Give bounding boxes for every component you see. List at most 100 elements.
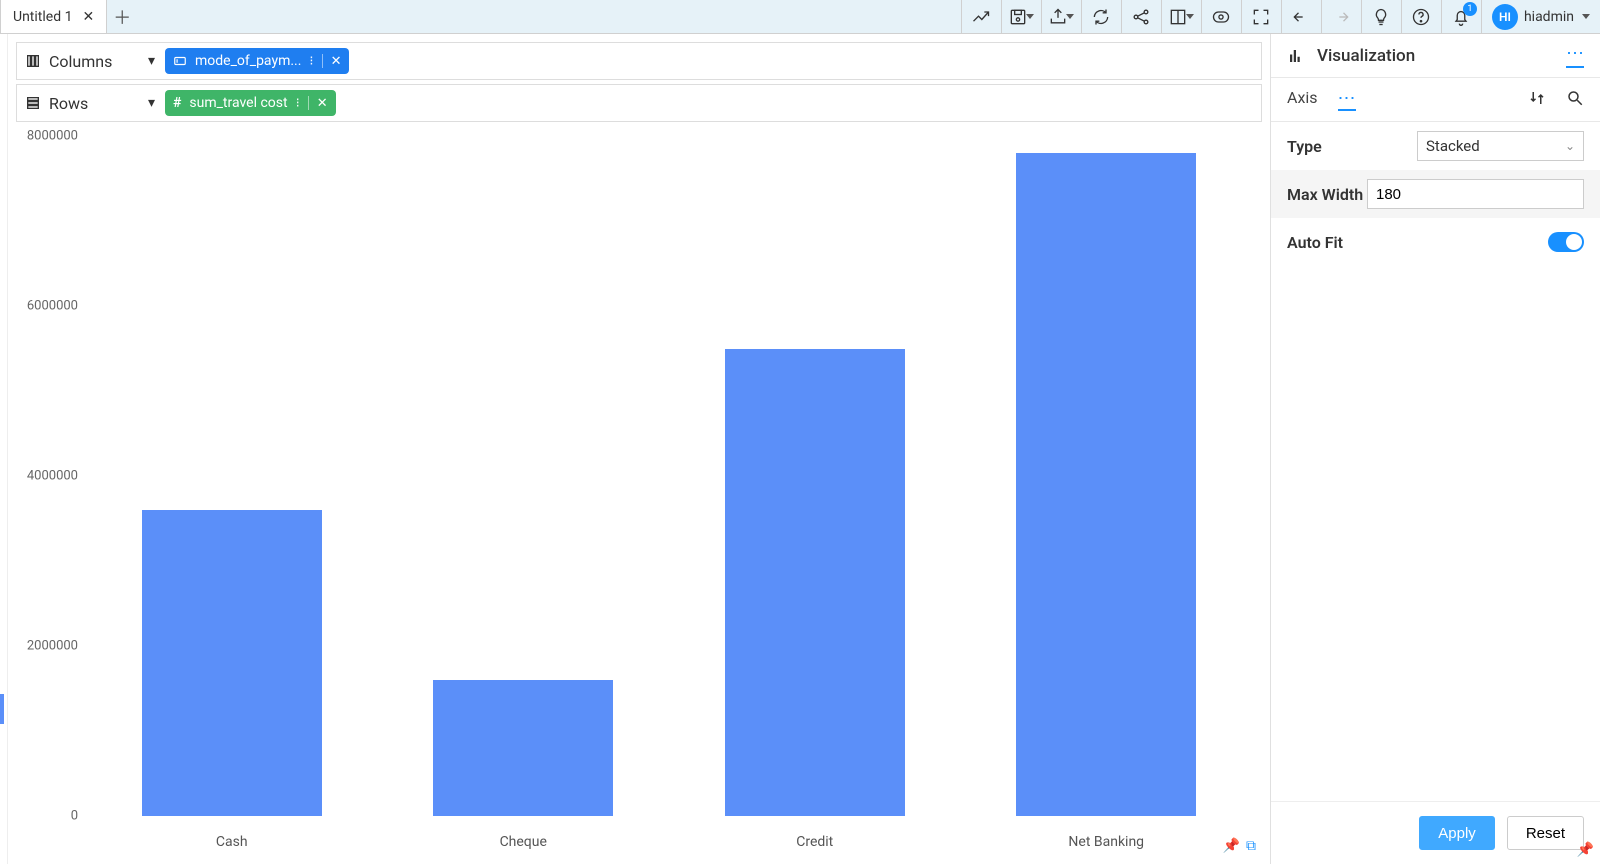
pin-icon[interactable]: 📌 <box>1577 842 1594 858</box>
user-menu[interactable]: HI hiadmin <box>1481 0 1600 33</box>
bar[interactable] <box>142 510 322 816</box>
chevron-down-icon[interactable]: ▾ <box>148 53 155 69</box>
top-toolbar: Untitled 1 ✕ ＋ <box>0 0 1600 34</box>
chevron-down-icon <box>1582 14 1590 19</box>
swap-axes-icon[interactable] <box>1528 89 1546 111</box>
redo-icon <box>1321 0 1361 33</box>
notification-icon[interactable]: 1 <box>1441 0 1481 33</box>
autofit-toggle[interactable] <box>1548 232 1584 252</box>
bar[interactable] <box>433 680 613 816</box>
maxwidth-row: Max Width <box>1271 170 1600 218</box>
side-footer: Apply Reset <box>1271 801 1600 864</box>
type-label: Type <box>1287 137 1417 156</box>
link-icon[interactable]: ⧉ <box>1246 838 1256 854</box>
maxwidth-input[interactable] <box>1367 179 1584 209</box>
side-more-icon[interactable]: ⋯ <box>1566 43 1584 68</box>
chart-corner-actions: 📌 ⧉ <box>1223 838 1256 854</box>
type-row: Type Stacked ⌄ <box>1271 122 1600 170</box>
chevron-down-icon <box>1186 14 1194 19</box>
close-icon[interactable]: ✕ <box>82 9 94 25</box>
maxwidth-label: Max Width <box>1287 185 1367 204</box>
plot-region <box>86 136 1252 816</box>
side-header: Visualization ⋯ <box>1271 34 1600 78</box>
user-name: hiadmin <box>1524 9 1574 25</box>
columns-shelf[interactable]: Columns ▾ mode_of_paym... ⁝ ✕ <box>16 42 1262 80</box>
reset-button[interactable]: Reset <box>1507 816 1584 850</box>
avatar: HI <box>1492 4 1518 30</box>
rows-pill[interactable]: # sum_travel cost ⁝ ✕ <box>165 90 336 116</box>
close-icon[interactable]: ✕ <box>331 54 342 69</box>
chevron-down-icon[interactable]: ▾ <box>148 95 155 111</box>
tab-strip: Untitled 1 ✕ ＋ <box>0 0 961 33</box>
y-tick: 8000000 <box>27 129 78 144</box>
fullscreen-icon[interactable] <box>1241 0 1281 33</box>
pill-divider <box>322 54 323 68</box>
x-tick: Cash <box>86 834 378 850</box>
rows-shelf[interactable]: Rows ▾ # sum_travel cost ⁝ ✕ <box>16 84 1262 122</box>
save-icon[interactable] <box>1001 0 1041 33</box>
idea-icon[interactable] <box>1361 0 1401 33</box>
rows-label: Rows <box>49 94 88 113</box>
measure-icon: # <box>173 95 181 111</box>
bar-chart-icon <box>1287 47 1305 65</box>
text-field-icon <box>173 54 187 68</box>
y-tick: 2000000 <box>27 639 78 654</box>
layout-icon[interactable] <box>1161 0 1201 33</box>
bar-container <box>86 136 1252 816</box>
bar-column <box>961 136 1253 816</box>
bar[interactable] <box>1016 153 1196 816</box>
subtab-more-icon[interactable]: ⋯ <box>1338 88 1356 111</box>
columns-shelf-header: Columns ▾ <box>25 52 155 71</box>
pill-options-icon[interactable]: ⁝ <box>296 96 300 111</box>
pin-icon[interactable]: 📌 <box>1223 838 1240 854</box>
close-icon[interactable]: ✕ <box>317 96 328 111</box>
bar-column <box>378 136 670 816</box>
y-tick: 4000000 <box>27 469 78 484</box>
share-icon[interactable] <box>1121 0 1161 33</box>
columns-pill[interactable]: mode_of_paym... ⁝ ✕ <box>165 48 349 74</box>
refresh-icon[interactable] <box>1081 0 1121 33</box>
bar-column <box>86 136 378 816</box>
columns-label: Columns <box>49 52 112 71</box>
toolbar-actions: 1 <box>961 0 1481 33</box>
y-tick: 0 <box>71 809 78 824</box>
side-title: Visualization <box>1317 46 1415 66</box>
search-icon[interactable] <box>1566 89 1584 111</box>
chevron-down-icon <box>1066 14 1074 19</box>
chevron-down-icon: ⌄ <box>1565 139 1575 153</box>
preview-icon[interactable] <box>1201 0 1241 33</box>
x-tick: Net Banking <box>961 834 1253 850</box>
pill-options-icon[interactable]: ⁝ <box>309 54 313 69</box>
chevron-down-icon <box>1026 14 1034 19</box>
undo-icon[interactable] <box>1281 0 1321 33</box>
x-axis: CashChequeCreditNet Banking <box>86 834 1252 850</box>
rows-pill-label: sum_travel cost <box>189 95 287 111</box>
side-panel: Visualization ⋯ Axis ⋯ Type Stacked ⌄ Ma… <box>1270 34 1600 864</box>
tab-title: Untitled 1 <box>13 9 72 25</box>
rows-shelf-header: Rows ▾ <box>25 94 155 113</box>
apply-button[interactable]: Apply <box>1419 816 1495 850</box>
workspace: Columns ▾ mode_of_paym... ⁝ ✕ Rows ▾ # s… <box>8 34 1270 864</box>
bar-column <box>669 136 961 816</box>
main-area: Columns ▾ mode_of_paym... ⁝ ✕ Rows ▾ # s… <box>0 34 1600 864</box>
subtab-axis[interactable]: Axis <box>1287 88 1318 111</box>
side-subtabs: Axis ⋯ <box>1271 78 1600 122</box>
add-tab-button[interactable]: ＋ <box>107 0 137 33</box>
columns-pill-label: mode_of_paym... <box>195 53 301 69</box>
line-chart-icon[interactable] <box>961 0 1001 33</box>
help-icon[interactable] <box>1401 0 1441 33</box>
bar[interactable] <box>725 349 905 817</box>
notification-badge: 1 <box>1463 2 1477 16</box>
pill-divider <box>308 96 309 110</box>
x-tick: Credit <box>669 834 961 850</box>
left-handle[interactable] <box>0 694 4 724</box>
type-select[interactable]: Stacked ⌄ <box>1417 131 1584 161</box>
type-value: Stacked <box>1426 137 1480 155</box>
autofit-row: Auto Fit <box>1271 218 1600 266</box>
tab-untitled[interactable]: Untitled 1 ✕ <box>0 0 107 33</box>
y-axis: 02000000400000060000008000000 <box>16 126 86 856</box>
rows-icon <box>25 95 41 111</box>
autofit-label: Auto Fit <box>1287 233 1417 252</box>
export-icon[interactable] <box>1041 0 1081 33</box>
left-collapse-bar[interactable] <box>0 34 8 864</box>
